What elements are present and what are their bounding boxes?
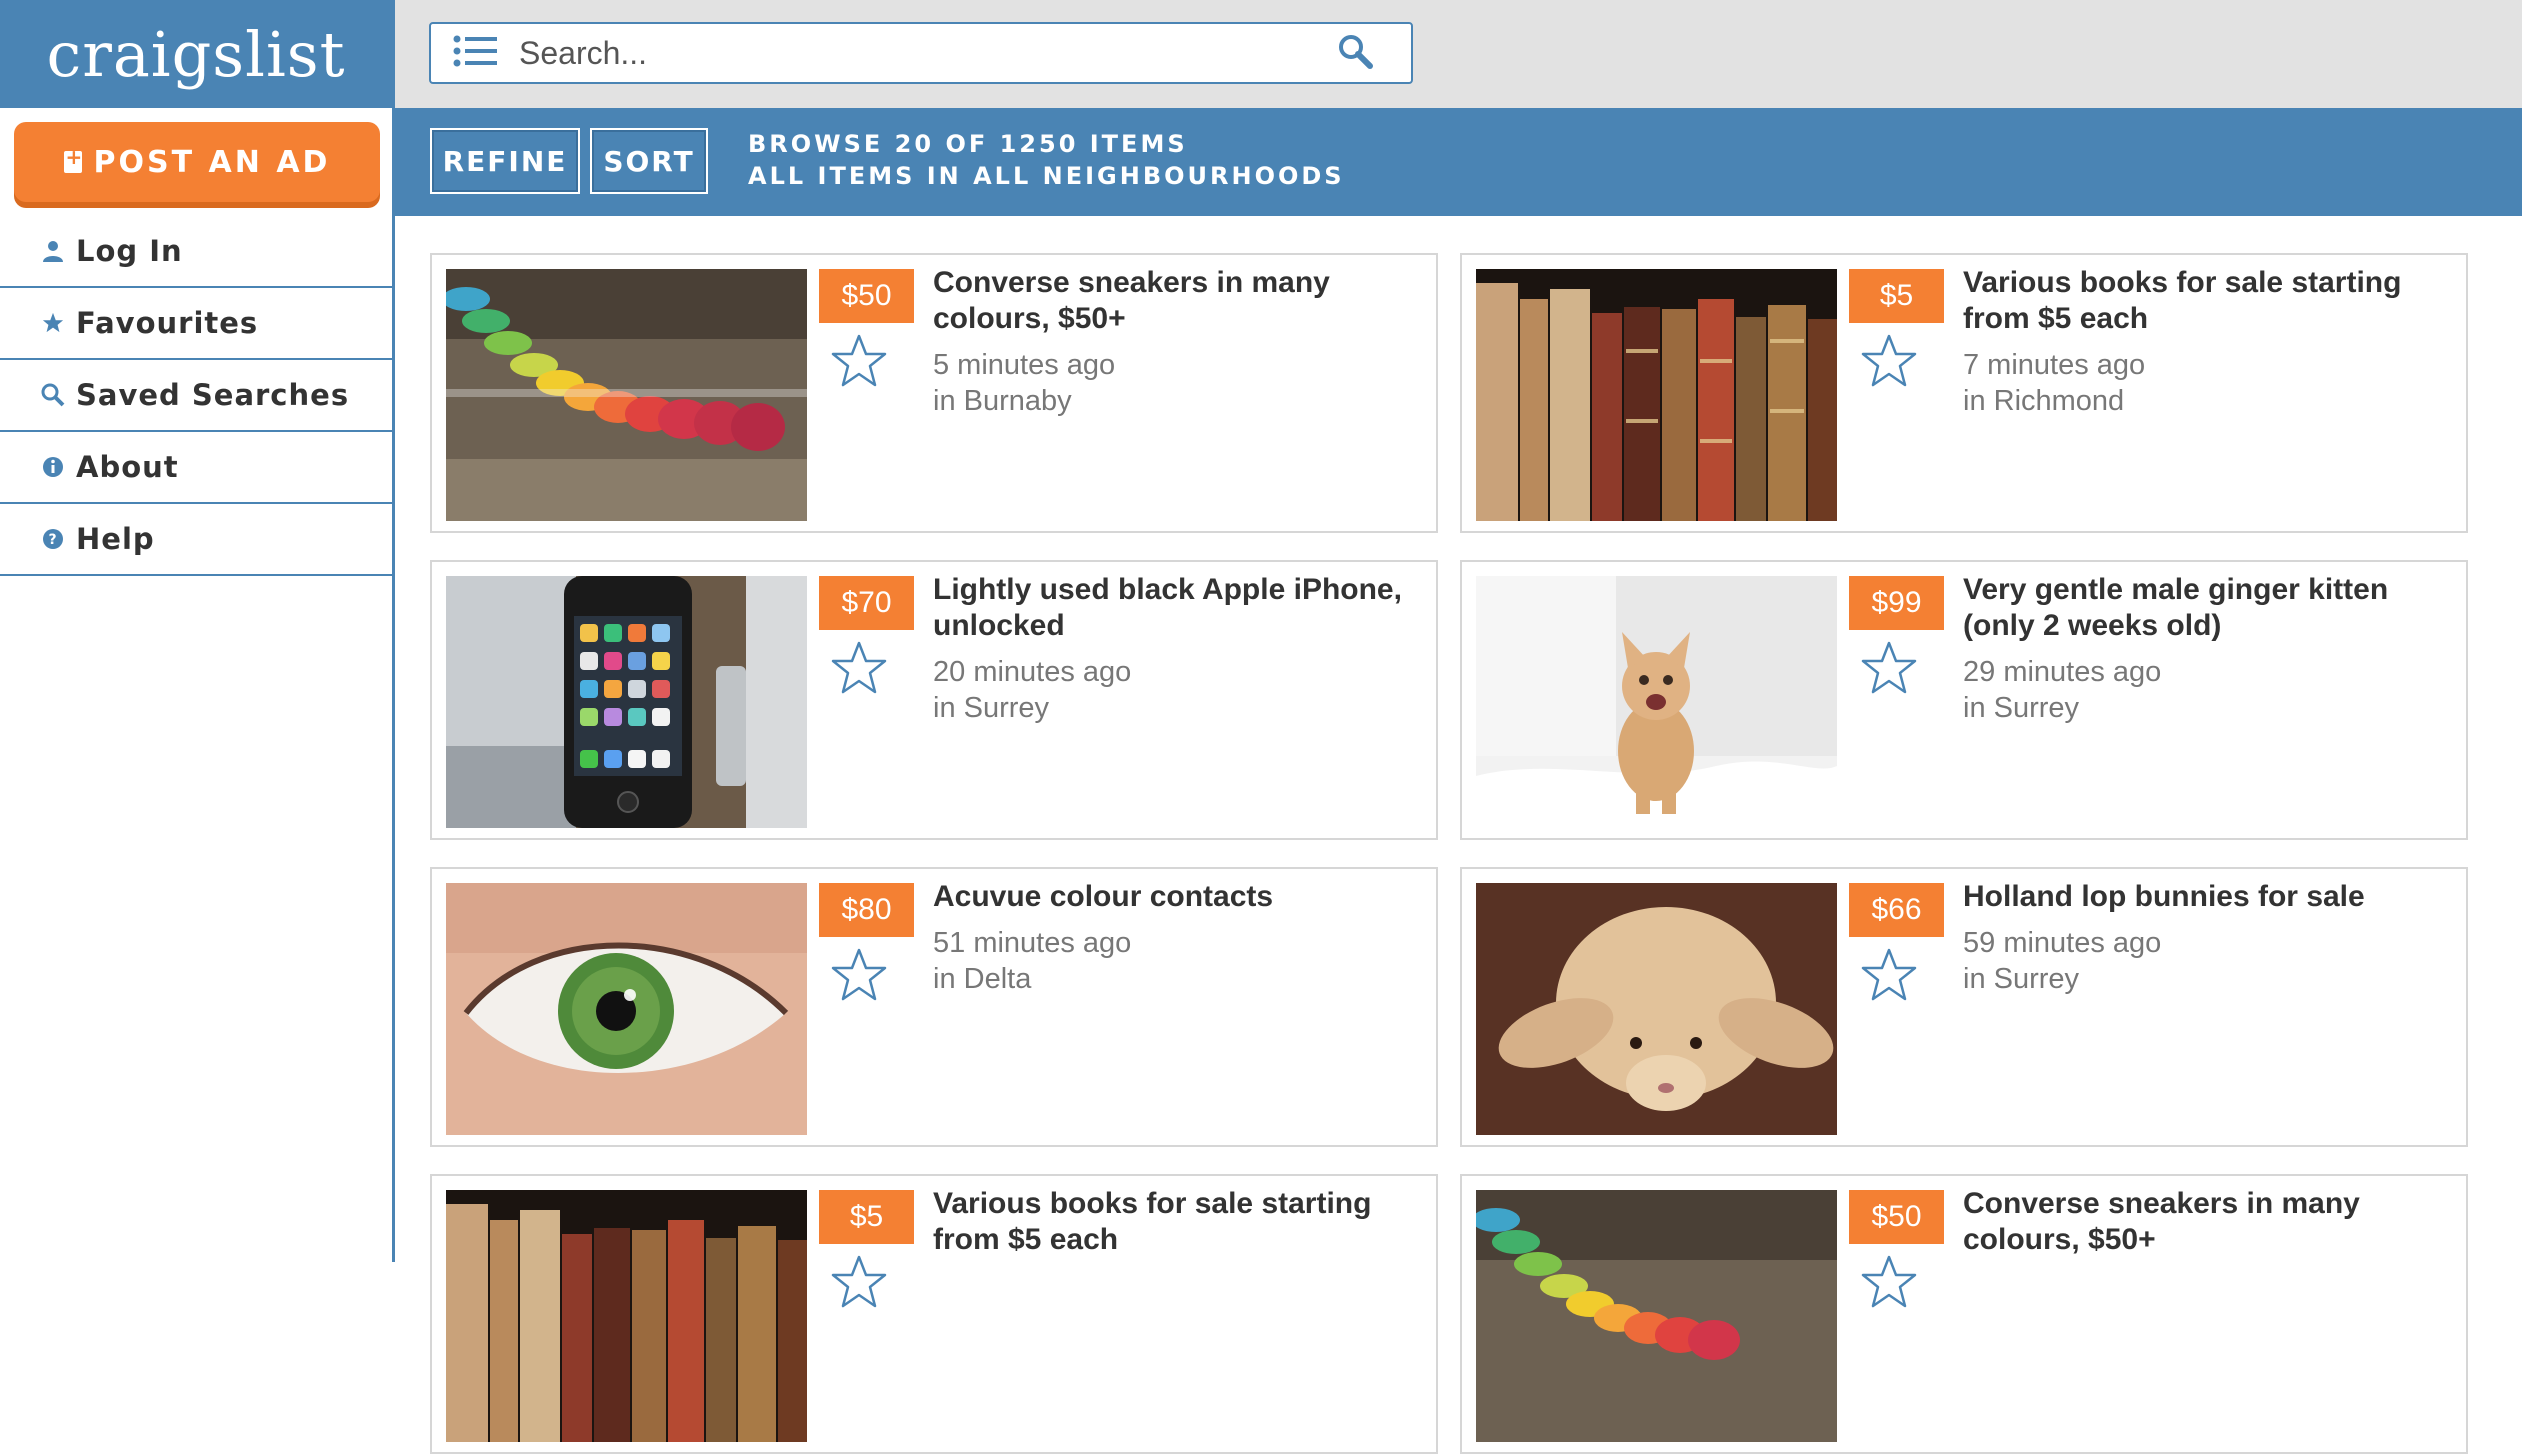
sidebar-item-about[interactable]: About: [0, 432, 392, 504]
listing-card[interactable]: $99 Very gentle male ginger kitten (only…: [1460, 560, 2468, 840]
browse-summary: BROWSE 20 OF 1250 ITEMS ALL ITEMS IN ALL…: [748, 128, 1345, 192]
listing-location: in Richmond: [1963, 385, 2125, 417]
browse-scope: ALL ITEMS IN ALL NEIGHBOURHOODS: [748, 162, 1345, 190]
sidebar-item-label: Favourites: [76, 306, 259, 340]
sidebar-item-label: Help: [76, 522, 155, 556]
listing-card[interactable]: $66 Holland lop bunnies for sale 59 minu…: [1460, 867, 2468, 1147]
browse-count: BROWSE 20 OF 1250 ITEMS: [748, 130, 1188, 158]
info-icon: [40, 456, 66, 478]
price-badge: $66: [1849, 883, 1944, 937]
help-icon: ?: [40, 528, 66, 550]
listing-photo-iphone[interactable]: [446, 576, 807, 828]
listing-card[interactable]: $70 Lightly used black Apple iPhone, unl…: [430, 560, 1438, 840]
listing-time: 51 minutes ago: [933, 927, 1132, 959]
listing-title[interactable]: Acuvue colour contacts: [933, 879, 1423, 915]
listing-title[interactable]: Various books for sale starting from $5 …: [1963, 265, 2453, 337]
listing-photo-books[interactable]: [1476, 269, 1837, 521]
sidebar-item-log-in[interactable]: Log In: [0, 216, 392, 288]
favourite-star-icon[interactable]: [830, 640, 888, 700]
sidebar: craigslist POST AN AD Log In Favourites …: [0, 0, 395, 1262]
listing-time: 5 minutes ago: [933, 349, 1116, 381]
listing-location: in Delta: [933, 963, 1032, 995]
magnifier-icon: [40, 383, 66, 407]
price-badge: $80: [819, 883, 914, 937]
listing-photo-sneakers[interactable]: [446, 269, 807, 521]
listing-location: in Surrey: [1963, 692, 2080, 724]
price-badge: $5: [1849, 269, 1944, 323]
sidebar-item-label: Log In: [76, 234, 183, 268]
price-badge: $70: [819, 576, 914, 630]
favourite-star-icon[interactable]: [830, 947, 888, 1007]
sort-button[interactable]: SORT: [590, 128, 708, 194]
listing-photo-sneakers[interactable]: [1476, 1190, 1837, 1442]
sidebar-item-label: Saved Searches: [76, 378, 350, 412]
post-ad-button[interactable]: POST AN AD: [14, 122, 380, 202]
price-badge: $50: [819, 269, 914, 323]
favourite-star-icon[interactable]: [1860, 947, 1918, 1007]
listing-location: in Burnaby: [933, 385, 1072, 417]
listing-time: 59 minutes ago: [1963, 927, 2162, 959]
logo-bar: craigslist: [0, 0, 392, 108]
refine-button[interactable]: REFINE: [430, 128, 580, 194]
listing-title[interactable]: Very gentle male ginger kitten (only 2 w…: [1963, 572, 2453, 644]
listing-location: in Surrey: [1963, 963, 2080, 995]
listing-title[interactable]: Various books for sale starting from $5 …: [933, 1186, 1423, 1258]
new-document-icon: [63, 145, 85, 173]
price-badge: $50: [1849, 1190, 1944, 1244]
listing-photo-kitten[interactable]: [1476, 576, 1837, 828]
listing-time: 7 minutes ago: [1963, 349, 2146, 381]
sidebar-item-saved-searches[interactable]: Saved Searches: [0, 360, 392, 432]
search-input[interactable]: [517, 33, 1337, 73]
favourite-star-icon[interactable]: [1860, 640, 1918, 700]
listing-card[interactable]: $80 Acuvue colour contacts 51 minutes ag…: [430, 867, 1438, 1147]
star-icon: [40, 312, 66, 334]
top-bar: [395, 0, 2522, 108]
listing-title[interactable]: Lightly used black Apple iPhone, unlocke…: [933, 572, 1423, 644]
favourite-star-icon[interactable]: [830, 333, 888, 393]
user-icon: [40, 240, 66, 262]
listing-card[interactable]: $5 Various books for sale starting from …: [1460, 253, 2468, 533]
post-ad-label: POST AN AD: [93, 144, 331, 180]
favourite-star-icon[interactable]: [1860, 333, 1918, 393]
listing-card[interactable]: $50 Converse sneakers in many colours, $…: [1460, 1174, 2468, 1454]
listing-photo-books[interactable]: [446, 1190, 807, 1442]
favourite-star-icon[interactable]: [830, 1254, 888, 1314]
price-badge: $5: [819, 1190, 914, 1244]
listing-photo-eye[interactable]: [446, 883, 807, 1135]
listing-time: 20 minutes ago: [933, 656, 1132, 688]
sidebar-item-help[interactable]: ? Help: [0, 504, 392, 576]
sidebar-item-favourites[interactable]: Favourites: [0, 288, 392, 360]
listing-time: 29 minutes ago: [1963, 656, 2162, 688]
sidebar-item-label: About: [76, 450, 179, 484]
search-icon[interactable]: [1337, 33, 1373, 73]
craigslist-logo[interactable]: craigslist: [46, 18, 345, 91]
search-box[interactable]: [429, 22, 1413, 84]
listing-title[interactable]: Converse sneakers in many colours, $50+: [1963, 1186, 2453, 1258]
listing-photo-bunny[interactable]: [1476, 883, 1837, 1135]
listing-card[interactable]: $50 Converse sneakers in many colours, $…: [430, 253, 1438, 533]
svg-text:?: ?: [48, 532, 57, 548]
price-badge: $99: [1849, 576, 1944, 630]
listing-title[interactable]: Holland lop bunnies for sale: [1963, 879, 2453, 915]
listing-title[interactable]: Converse sneakers in many colours, $50+: [933, 265, 1423, 337]
list-menu-icon[interactable]: [453, 34, 497, 72]
sidebar-nav: Log In Favourites Saved Searches About ?…: [0, 216, 392, 576]
listing-card[interactable]: $5 Various books for sale starting from …: [430, 1174, 1438, 1454]
results-bar: REFINE SORT BROWSE 20 OF 1250 ITEMS ALL …: [395, 108, 2522, 216]
listing-location: in Surrey: [933, 692, 1050, 724]
favourite-star-icon[interactable]: [1860, 1254, 1918, 1314]
